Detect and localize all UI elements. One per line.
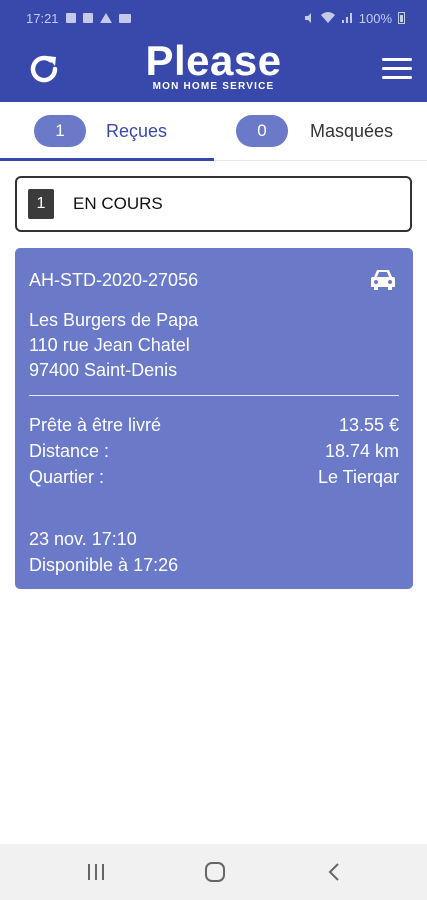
card-divider [29,395,399,396]
back-icon [328,863,339,881]
order-price: 13.55 € [338,415,399,435]
hamburger-menu-icon [382,58,412,61]
address-street: 110 rue Jean Chatel [29,335,190,355]
tab-received-label: Reçues [106,120,168,141]
app-bar: Please MON HOME SERVICE [0,36,427,102]
quarter-row: Quartier : Le Tierqar [29,467,399,488]
notification-icon [65,13,76,23]
hamburger-menu-icon [382,76,412,79]
status-bar-right: 100% [303,11,405,26]
alert-icon [99,13,112,23]
tab-received-count: 1 [34,115,86,147]
tab-received[interactable]: 1 Reçues [0,102,214,160]
menu-button[interactable] [382,58,412,80]
image-icon [118,13,131,23]
mute-icon [304,13,311,23]
order-status-row: Prête à être livré 13.55 € [29,415,399,436]
signal-icon [341,13,352,23]
quarter-label: Quartier : [29,467,105,487]
battery-icon [398,12,405,24]
order-card[interactable]: AH-STD-2020-27056 Les Burgers de Papa 11… [15,248,413,589]
back-button[interactable] [294,844,374,900]
available-time: Disponible à 17:26 [29,555,179,575]
recents-icon [88,864,104,880]
system-nav-bar [0,844,427,900]
status-bar-left: 17:21 [26,11,131,26]
message-icon [82,13,93,23]
logo-subtitle: MON HOME SERVICE [152,81,275,92]
tab-hidden-count: 0 [236,115,288,147]
order-reference: AH-STD-2020-27056 [29,270,199,290]
restaurant-name: Les Burgers de Papa [29,310,199,330]
distance-row: Distance : 18.74 km [29,441,399,462]
quarter-value: Le Tierqar [317,467,399,487]
app-logo: Please MON HOME SERVICE [0,37,427,93]
hamburger-menu-icon [382,67,412,70]
distance-value: 18.74 km [324,441,399,461]
order-datetime: 23 nov. 17:10 [29,529,137,549]
home-button[interactable] [175,844,255,900]
tab-hidden-label: Masquées [310,120,394,141]
address-city: 97400 Saint-Denis [29,360,178,380]
status-time: 17:21 [26,10,59,26]
distance-label: Distance : [29,441,110,461]
order-status-label: Prête à être livré [29,415,162,435]
active-tab-indicator [0,158,214,161]
status-label: EN COURS [73,194,163,213]
recents-button[interactable] [56,844,136,900]
tab-hidden[interactable]: 0 Masquées [214,102,427,160]
car-icon [371,270,395,290]
status-filter-in-progress[interactable]: 1 EN COURS [15,176,412,232]
battery-percent: 100% [358,10,392,26]
status-count-badge: 1 [28,189,54,219]
tab-bar: 1 Reçues 0 Masquées [0,102,427,161]
wifi-icon [320,12,335,23]
logo-title: Please [145,37,282,84]
home-icon [205,862,225,882]
status-bar: 17:21 100% [0,0,427,36]
